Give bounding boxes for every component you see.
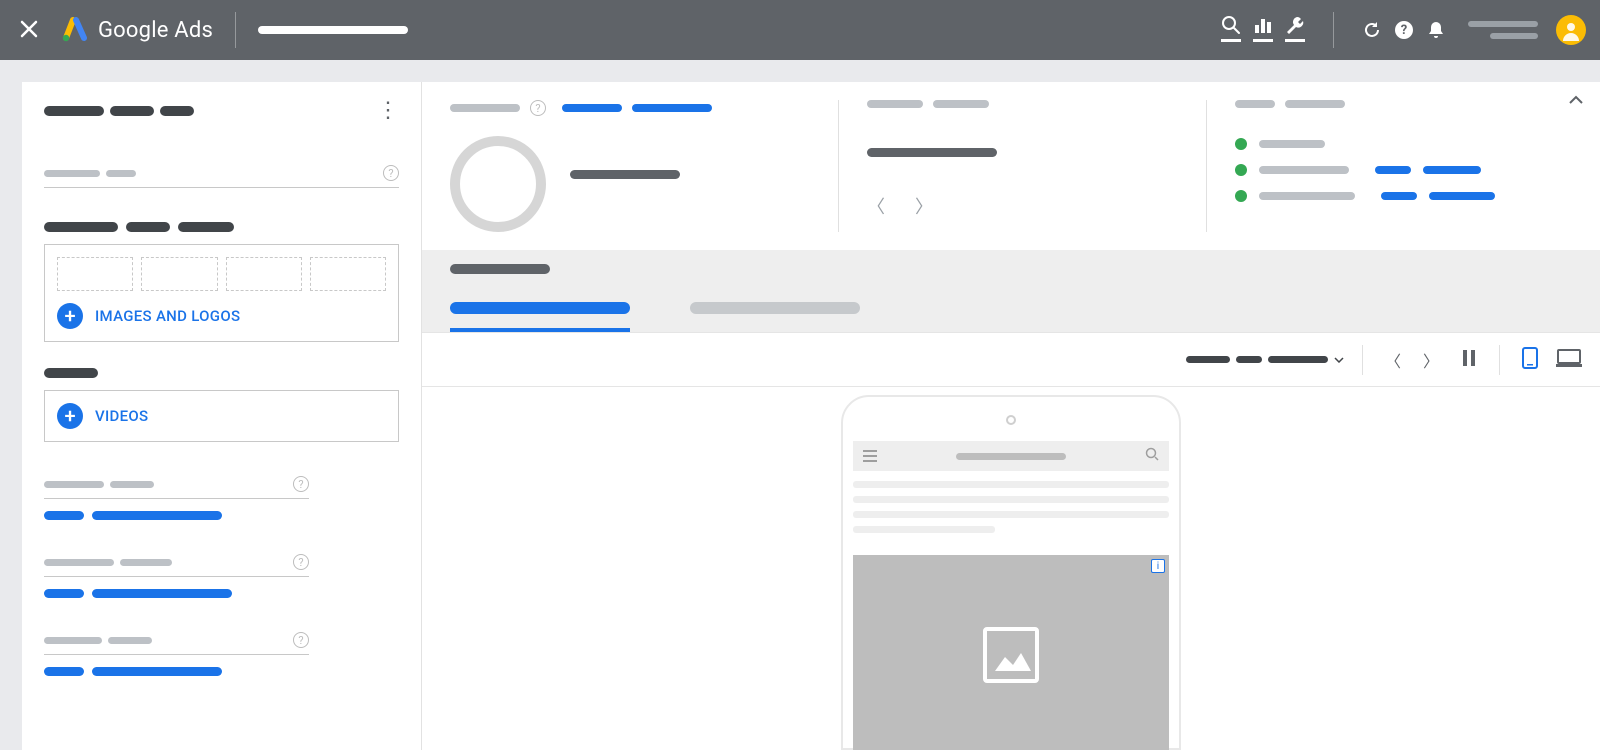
phone-topbar: [853, 441, 1169, 471]
brand-logo: Google Ads: [62, 17, 213, 43]
checklist-block: [1206, 100, 1544, 232]
ad-strength-block: ?: [450, 100, 810, 232]
divider: [235, 12, 236, 48]
image-slot[interactable]: [141, 257, 217, 291]
phone-mockup: i: [841, 395, 1181, 750]
preview-title: [450, 264, 550, 274]
help-icon[interactable]: ?: [293, 476, 309, 492]
checklist-item: [1235, 190, 1516, 202]
text-field-2[interactable]: ?: [44, 554, 309, 577]
prev-icon[interactable]: 〈: [867, 193, 885, 219]
summary-strip: ? 〈 〉: [422, 82, 1600, 250]
text-field-3[interactable]: ?: [44, 632, 309, 655]
account-name[interactable]: [1468, 21, 1538, 39]
help-icon[interactable]: ?: [383, 165, 399, 181]
check-dot-icon: [1235, 164, 1247, 176]
preview-stage: i: [422, 386, 1600, 750]
reports-icon[interactable]: [1247, 15, 1279, 46]
hamburger-icon: [863, 450, 877, 462]
image-slot[interactable]: [226, 257, 302, 291]
checklist-item: [1235, 138, 1516, 150]
help-icon[interactable]: ?: [1388, 20, 1420, 40]
next-preview-icon[interactable]: 〉: [1419, 348, 1443, 372]
images-section-title: [44, 222, 399, 232]
panel-title: [44, 106, 194, 116]
adchoices-icon: i: [1151, 559, 1165, 573]
refresh-icon[interactable]: [1356, 20, 1388, 40]
asset-editor-panel: ⋮ ? + IMAGES AND LOGOS: [22, 82, 422, 750]
images-asset-box: + IMAGES AND LOGOS: [44, 244, 399, 342]
add-images-label: IMAGES AND LOGOS: [95, 307, 240, 325]
phone-camera-icon: [1006, 415, 1016, 425]
avatar[interactable]: [1556, 15, 1586, 45]
google-ads-logo-icon: [62, 17, 88, 43]
link-2[interactable]: [44, 589, 399, 598]
tools-icon[interactable]: [1279, 15, 1311, 46]
videos-asset-box: + VIDEOS: [44, 390, 399, 442]
notifications-icon[interactable]: [1420, 20, 1452, 40]
check-dot-icon: [1235, 138, 1247, 150]
mobile-preview-icon[interactable]: [1518, 347, 1542, 373]
add-videos-button[interactable]: + VIDEOS: [57, 403, 386, 429]
checklist-item: [1235, 164, 1516, 176]
collapse-icon[interactable]: [1568, 90, 1584, 109]
image-placeholder-icon: [983, 627, 1039, 683]
carousel-block: 〈 〉: [838, 100, 1178, 232]
chevron-down-icon: [1334, 357, 1344, 363]
close-icon[interactable]: [14, 16, 44, 44]
more-options-icon[interactable]: ⋮: [377, 98, 399, 123]
preview-head: [422, 250, 1600, 332]
svg-text:?: ?: [1401, 23, 1407, 38]
divider: [1333, 12, 1334, 48]
preview-controls: 〈 〉: [422, 332, 1600, 386]
search-icon: [1145, 447, 1159, 465]
plus-icon: +: [57, 303, 83, 329]
ad-preview-image: i: [853, 555, 1169, 750]
check-dot-icon: [1235, 190, 1247, 202]
add-videos-label: VIDEOS: [95, 407, 148, 425]
videos-section-title: [44, 368, 399, 378]
preview-column: ? 〈 〉: [422, 82, 1600, 750]
preview-select[interactable]: [1186, 356, 1344, 363]
image-slot[interactable]: [310, 257, 386, 291]
search-icon[interactable]: [1215, 15, 1247, 46]
text-field-1[interactable]: ?: [44, 476, 309, 499]
help-icon[interactable]: ?: [293, 632, 309, 648]
strength-ring-icon: [450, 136, 546, 232]
link-1[interactable]: [44, 511, 399, 520]
next-icon[interactable]: 〉: [915, 193, 933, 219]
add-images-button[interactable]: + IMAGES AND LOGOS: [57, 303, 386, 329]
desktop-preview-icon[interactable]: [1556, 348, 1580, 372]
help-icon[interactable]: ?: [530, 100, 546, 116]
app-header: Google Ads ?: [0, 0, 1600, 60]
brand-title: Google Ads: [98, 18, 213, 43]
prev-preview-icon[interactable]: 〈: [1381, 348, 1405, 372]
plus-icon: +: [57, 403, 83, 429]
image-slot[interactable]: [57, 257, 133, 291]
pause-icon[interactable]: [1457, 350, 1481, 370]
final-url-field[interactable]: ?: [44, 165, 399, 188]
link-3[interactable]: [44, 667, 399, 676]
tab-1[interactable]: [450, 302, 630, 332]
help-icon[interactable]: ?: [293, 554, 309, 570]
campaign-name: [258, 26, 408, 34]
tab-2[interactable]: [690, 302, 860, 332]
phone-topbar-title: [887, 453, 1135, 460]
